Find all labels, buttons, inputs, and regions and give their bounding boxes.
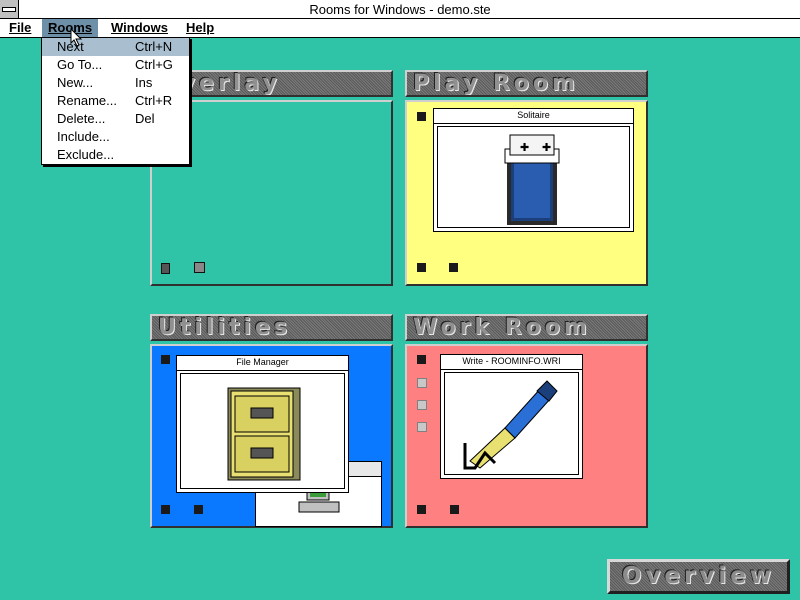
minimized-app-icon[interactable] [161,263,170,274]
menu-item-next[interactable]: Next Ctrl+N [42,38,189,56]
menu-item-new[interactable]: New... Ins [42,74,189,92]
room-header-utilities[interactable]: Utilities [150,314,393,341]
system-menu-button[interactable] [0,0,19,18]
window-control-icon[interactable] [417,112,426,121]
menu-help[interactable]: Help [180,19,220,37]
window-client: ✚ ✚ [437,126,630,228]
minimized-app-icon[interactable] [417,505,426,514]
menu-item-label: Exclude... [57,147,115,162]
menu-item-go-to[interactable]: Go To... Ctrl+G [42,56,189,74]
fountain-pen-icon [463,380,558,470]
room-utilities[interactable]: File Manager [150,344,393,528]
write-window[interactable]: Write - ROOMINFO.WRI [440,354,583,479]
menu-item-delete[interactable]: Delete... Del [42,110,189,128]
menu-item-label: New... [57,75,94,90]
room-play[interactable]: Solitaire ✚ ✚ [405,100,648,286]
menu-item-shortcut: Ctrl+G [135,57,173,72]
minimized-app-icon[interactable] [194,505,203,514]
rooms-menu: Next Ctrl+N Go To... Ctrl+G New... Ins R… [41,37,190,165]
window-control-icon[interactable] [161,355,170,364]
minimized-app-icon[interactable] [417,263,426,272]
overview-button[interactable]: Overview [607,559,790,594]
menu-item-shortcut: Ins [135,75,153,90]
menu-item-include[interactable]: Include... [42,128,189,146]
minimized-app-icon[interactable] [449,263,458,272]
minimized-app-icon[interactable] [417,378,427,388]
minimized-app-icon[interactable] [417,422,427,432]
svg-text:✚: ✚ [520,141,529,154]
menu-item-exclude[interactable]: Exclude... [42,146,189,164]
room-header-play[interactable]: Play Room [405,70,648,97]
room-header-work[interactable]: Work Room [405,314,648,341]
svg-text:✚: ✚ [542,141,551,154]
minimized-app-icon[interactable] [161,505,170,514]
menu-item-label: Delete... [57,111,106,126]
file-manager-window[interactable]: File Manager [176,355,349,493]
title-bar: Rooms for Windows - demo.ste [0,0,800,19]
file-cabinet-icon [227,387,301,481]
menu-item-shortcut: Ctrl+R [135,93,173,108]
minimized-app-icon[interactable] [417,400,427,410]
menu-item-label: Go To... [57,57,103,72]
menu-item-shortcut: Del [135,111,155,126]
mouse-cursor-icon [70,28,83,47]
card-deck-icon: ✚ ✚ [504,134,560,225]
minimized-app-icon[interactable] [450,505,459,514]
minimized-app-icon[interactable] [194,262,205,273]
window-client [180,373,345,489]
window-title: Solitaire [434,109,633,124]
window-title: Write - ROOMINFO.WRI [441,355,582,370]
system-menu-icon [2,6,16,12]
solitaire-window[interactable]: Solitaire ✚ ✚ [433,108,634,232]
window-title: File Manager [177,356,348,371]
window-client [444,372,579,475]
menu-windows[interactable]: Windows [105,19,174,37]
menu-bar: File Rooms Windows Help [0,19,800,38]
window-title: Rooms for Windows - demo.ste [309,1,491,17]
menu-item-shortcut: Ctrl+N [135,39,173,54]
menu-item-label: Include... [57,129,110,144]
menu-item-rename[interactable]: Rename... Ctrl+R [42,92,189,110]
room-work[interactable]: Write - ROOMINFO.WRI [405,344,648,528]
window-control-icon[interactable] [417,355,426,364]
menu-item-label: Rename... [57,93,117,108]
menu-file[interactable]: File [3,19,37,37]
